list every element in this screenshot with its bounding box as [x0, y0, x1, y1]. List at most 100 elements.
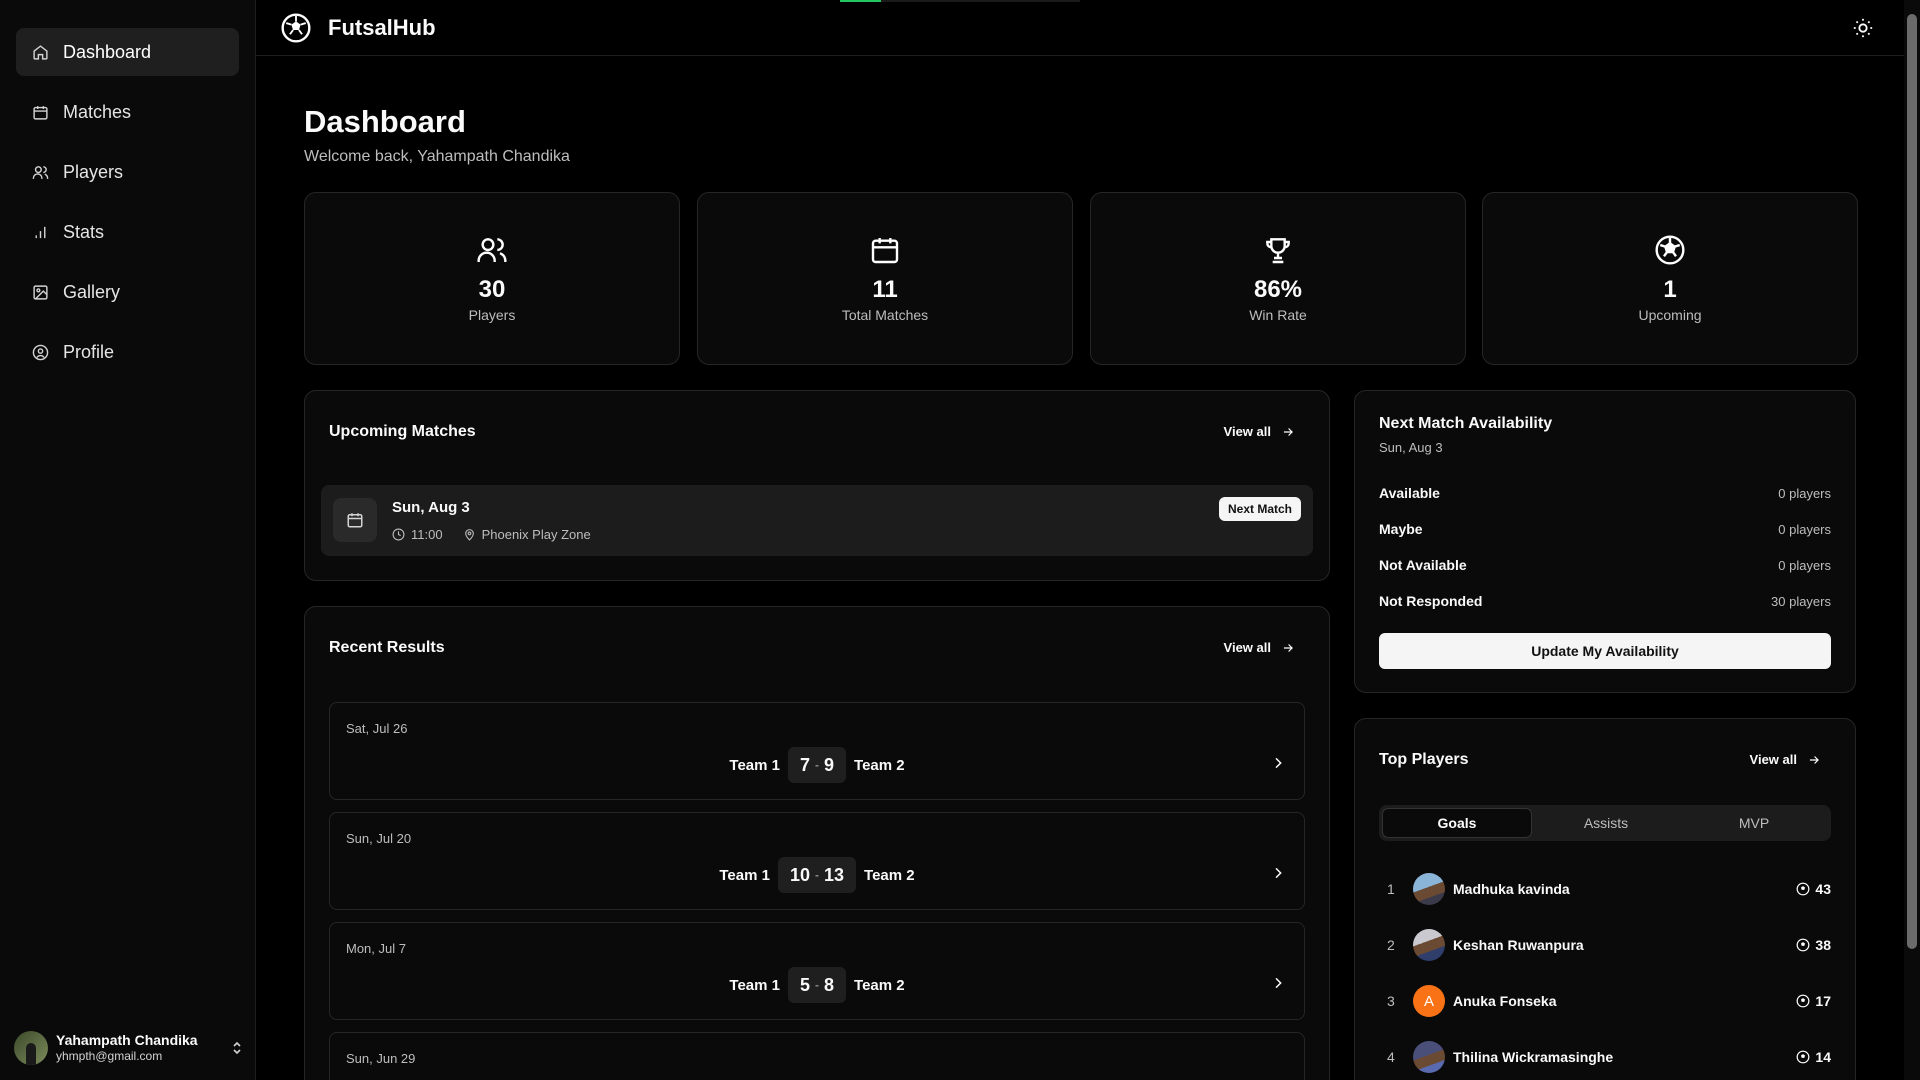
stat-value: 30 [478, 276, 506, 304]
view-all-label: View all [1749, 752, 1797, 767]
score-box: 7 - 9 [787, 747, 847, 783]
sun-icon [1852, 17, 1874, 39]
goals-count: 43 [1815, 881, 1831, 897]
user-menu[interactable]: Yahampath Chandika yhmpth@gmail.com [14, 1028, 242, 1068]
chevron-right-icon [1270, 975, 1286, 991]
availability-count: 30 players [1771, 593, 1831, 609]
soccer-ball-icon [1796, 994, 1810, 1008]
users-icon [32, 164, 49, 181]
arrow-right-icon [1281, 641, 1295, 655]
result-date: Sat, Jul 26 [346, 721, 408, 736]
sidebar-item-label: Dashboard [63, 41, 152, 62]
scrollbar[interactable] [1904, 0, 1920, 1080]
list-item[interactable]: 4 Thilina Wickramasinghe 14 [1379, 1037, 1831, 1077]
availability-date: Sun, Aug 3 [1379, 440, 1443, 455]
sidebar-item-stats[interactable]: Stats [16, 208, 239, 256]
result-item[interactable]: Sun, Jul 20 Team 1 10 - 13 Team 2 [329, 812, 1305, 910]
availability-label: Available [1379, 485, 1440, 501]
away-team: Team 2 [854, 756, 905, 774]
result-item[interactable]: Sun, Jun 29 [329, 1032, 1305, 1080]
avatar [14, 1031, 48, 1065]
availability-count: 0 players [1778, 557, 1831, 573]
view-all-upcoming-link[interactable]: View all [1224, 424, 1295, 439]
soccer-ball-icon [280, 12, 312, 44]
brand-logo[interactable]: FutsalHub [280, 12, 436, 44]
sidebar: Dashboard Matches Players Stats Gallery … [0, 0, 256, 1080]
scrollbar-thumb[interactable] [1907, 14, 1917, 949]
stat-label: Upcoming [1638, 306, 1702, 323]
list-item[interactable]: 1 Madhuka kavinda 43 [1379, 869, 1831, 909]
availability-card: Next Match Availability Sun, Aug 3 Avail… [1354, 390, 1856, 693]
availability-row: Maybe 0 players [1379, 511, 1831, 547]
player-goals: 17 [1796, 993, 1831, 1009]
next-match-badge: Next Match [1218, 497, 1301, 521]
tab-assists[interactable]: Assists [1532, 808, 1680, 838]
arrow-right-icon [1807, 753, 1821, 767]
player-goals: 14 [1796, 1049, 1831, 1065]
home-team: Team 1 [729, 756, 780, 774]
player-rank: 4 [1387, 1049, 1395, 1065]
soccer-ball-icon [1654, 234, 1686, 276]
player-name: Anuka Fonseka [1453, 993, 1557, 1009]
top-players-tabs: Goals Assists MVP [1379, 805, 1831, 841]
view-all-players-link[interactable]: View all [1750, 752, 1821, 767]
upcoming-match-item[interactable]: Sun, Aug 3 11:00 Phoenix Play Zone Next … [321, 485, 1313, 556]
home-score: 10 [789, 864, 810, 885]
view-all-label: View all [1223, 640, 1271, 655]
view-all-results-link[interactable]: View all [1224, 640, 1295, 655]
tab-goals[interactable]: Goals [1382, 808, 1532, 838]
stat-label: Players [468, 306, 516, 323]
avatar [1413, 1041, 1445, 1073]
sidebar-item-dashboard[interactable]: Dashboard [16, 28, 239, 76]
availability-label: Not Responded [1379, 593, 1483, 609]
sidebar-item-profile[interactable]: Profile [16, 328, 239, 376]
list-item[interactable]: 2 Keshan Ruwanpura 38 [1379, 925, 1831, 965]
theme-toggle-button[interactable] [1852, 17, 1874, 39]
player-rank: 1 [1387, 881, 1395, 897]
calendar-icon [869, 234, 901, 276]
player-name: Madhuka kavinda [1453, 881, 1570, 897]
card-title: Top Players [1379, 751, 1469, 768]
map-pin-icon [463, 528, 476, 541]
home-score: 7 [799, 754, 810, 775]
sidebar-item-label: Matches [63, 101, 132, 122]
away-score: 8 [824, 974, 835, 995]
availability-row: Available 0 players [1379, 475, 1831, 511]
match-date: Sun, Aug 3 [392, 499, 470, 516]
update-availability-button[interactable]: Update My Availability [1379, 633, 1831, 669]
availability-label: Maybe [1379, 521, 1423, 537]
card-title: Upcoming Matches [329, 423, 476, 440]
top-bar: FutsalHub [256, 0, 1904, 56]
home-icon [32, 44, 49, 61]
clock-icon [392, 528, 405, 541]
arrow-right-icon [1281, 425, 1295, 439]
availability-list: Available 0 players Maybe 0 players Not … [1379, 475, 1831, 619]
away-team: Team 2 [854, 976, 905, 994]
result-item[interactable]: Sat, Jul 26 Team 1 7 - 9 Team 2 [329, 702, 1305, 800]
brand-name: FutsalHub [328, 14, 436, 40]
tab-mvp[interactable]: MVP [1680, 808, 1828, 838]
availability-row: Not Available 0 players [1379, 547, 1831, 583]
player-goals: 38 [1796, 937, 1831, 953]
list-item[interactable]: 3 A Anuka Fonseka 17 [1379, 981, 1831, 1021]
recent-results-card: Recent Results View all Sat, Jul 26 Team… [304, 606, 1330, 1080]
sidebar-item-gallery[interactable]: Gallery [16, 268, 239, 316]
result-date: Mon, Jul 7 [346, 941, 406, 956]
goals-count: 14 [1815, 1049, 1831, 1065]
sidebar-nav: Dashboard Matches Players Stats Gallery … [0, 0, 255, 376]
home-team: Team 1 [719, 866, 770, 884]
player-rank: 2 [1387, 937, 1395, 953]
availability-row: Not Responded 30 players [1379, 583, 1831, 619]
trophy-icon [1262, 234, 1294, 276]
top-players-card: Top Players View all Goals Assists MVP 1… [1354, 718, 1856, 1080]
page-subtitle: Welcome back, Yahampath Chandika [304, 148, 570, 165]
stat-label: Win Rate [1249, 306, 1307, 323]
score-box: 10 - 13 [777, 857, 857, 893]
player-name: Keshan Ruwanpura [1453, 937, 1584, 953]
result-date: Sun, Jul 20 [346, 831, 412, 846]
sidebar-item-matches[interactable]: Matches [16, 88, 239, 136]
avatar: A [1413, 985, 1445, 1017]
stat-label: Total Matches [841, 306, 929, 323]
sidebar-item-players[interactable]: Players [16, 148, 239, 196]
result-item[interactable]: Mon, Jul 7 Team 1 5 - 8 Team 2 [329, 922, 1305, 1020]
